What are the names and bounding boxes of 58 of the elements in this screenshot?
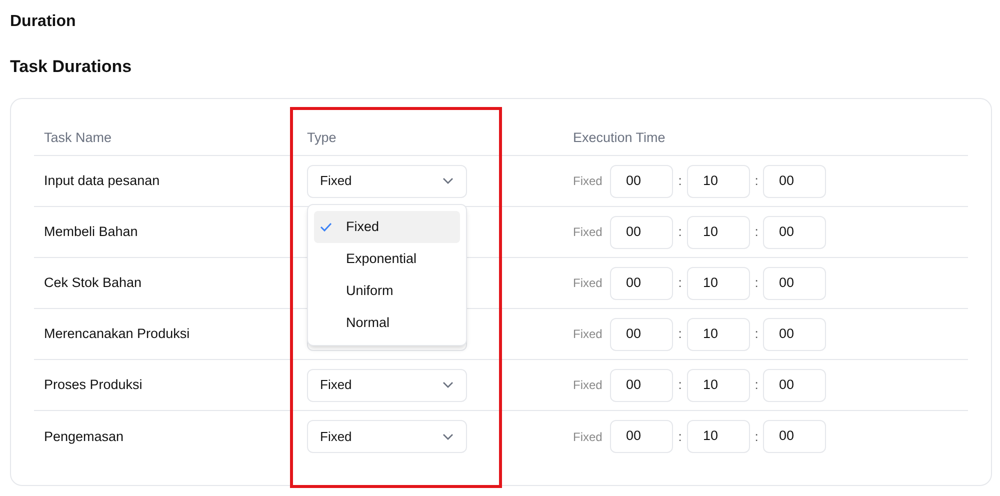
- time-input[interactable]: 10: [687, 164, 750, 198]
- time-separator: :: [754, 376, 760, 394]
- task-name: Input data pesanan: [44, 173, 160, 188]
- time-separator: :: [677, 223, 683, 242]
- time-input[interactable]: 00: [610, 368, 673, 402]
- chevron-down-icon: [442, 432, 454, 440]
- task-name: Merencanakan Produksi: [44, 326, 190, 341]
- column-header: Type: [307, 130, 336, 146]
- section-title: Task Durations: [10, 56, 133, 78]
- time-type-label: Fixed: [573, 224, 604, 241]
- time-type-label: Fixed: [573, 275, 604, 292]
- time-separator: :: [677, 376, 683, 394]
- time-separator: :: [754, 172, 760, 190]
- column-header: Execution Time: [573, 130, 666, 146]
- dropdown-option[interactable]: Normal: [314, 307, 460, 339]
- time-separator: :: [754, 428, 760, 446]
- time-input[interactable]: 00: [763, 164, 826, 198]
- time-input[interactable]: 10: [687, 266, 750, 300]
- dropdown-option[interactable]: Uniform: [314, 275, 460, 307]
- time-type-label: Fixed: [573, 377, 604, 394]
- time-input[interactable]: 00: [610, 216, 673, 248]
- time-input[interactable]: 00: [763, 420, 826, 453]
- check-icon: [320, 222, 332, 232]
- time-input[interactable]: 00: [610, 318, 673, 350]
- dropdown-option[interactable]: Exponential: [314, 243, 460, 275]
- task-name: Cek Stok Bahan: [44, 275, 142, 290]
- task-name: Membeli Bahan: [44, 224, 138, 239]
- time-input[interactable]: 10: [687, 318, 750, 350]
- column-header: Task Name: [44, 130, 112, 146]
- dropdown-option[interactable]: Fixed: [314, 211, 460, 243]
- type-select[interactable]: Fixed: [307, 368, 467, 402]
- time-input[interactable]: 00: [610, 266, 673, 300]
- time-separator: :: [677, 428, 683, 446]
- time-input[interactable]: 00: [763, 368, 826, 402]
- task-name: Proses Produksi: [44, 377, 142, 392]
- time-separator: :: [754, 274, 760, 292]
- time-separator: :: [754, 223, 760, 242]
- task-name: Pengemasan: [44, 428, 124, 444]
- time-input[interactable]: 00: [610, 164, 673, 198]
- type-select[interactable]: Fixed: [307, 164, 467, 198]
- page-title: Duration: [10, 12, 77, 32]
- time-input[interactable]: 10: [687, 216, 750, 248]
- time-input[interactable]: 00: [763, 216, 826, 248]
- time-separator: :: [677, 274, 683, 292]
- time-input[interactable]: 00: [763, 318, 826, 350]
- time-input[interactable]: 10: [687, 368, 750, 402]
- time-input[interactable]: 10: [687, 420, 750, 453]
- time-separator: :: [677, 172, 683, 190]
- time-input[interactable]: 00: [763, 266, 826, 300]
- time-separator: :: [754, 325, 760, 344]
- time-input[interactable]: 00: [610, 420, 673, 453]
- chevron-down-icon: [442, 177, 454, 185]
- time-type-label: Fixed: [573, 428, 604, 446]
- type-select[interactable]: Fixed: [307, 420, 467, 453]
- time-type-label: Fixed: [573, 326, 604, 343]
- chevron-down-icon: [442, 381, 454, 389]
- time-type-label: Fixed: [573, 173, 604, 190]
- time-separator: :: [677, 325, 683, 344]
